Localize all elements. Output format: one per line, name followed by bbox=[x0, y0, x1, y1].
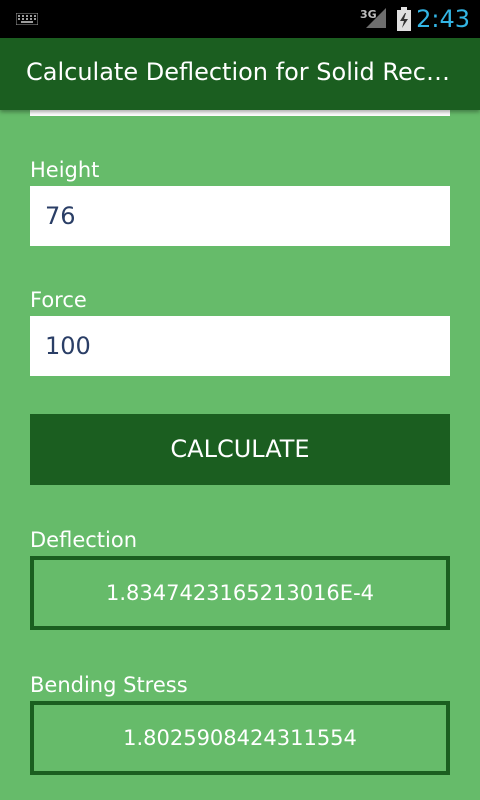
status-clock: 2:43 bbox=[416, 5, 470, 33]
keyboard-icon bbox=[16, 13, 38, 25]
height-field[interactable]: 76 bbox=[30, 186, 450, 246]
screen: 3G 2:43 Calculate Deflection for Solid R… bbox=[0, 0, 480, 800]
status-bar: 3G 2:43 bbox=[0, 0, 480, 38]
bending-stress-label: Bending Stress bbox=[30, 673, 188, 697]
form-content[interactable]: Height 76 Force 100 CALCULATE Deflection… bbox=[0, 110, 480, 800]
network-type-label: 3G bbox=[360, 8, 377, 21]
page-title: Calculate Deflection for Solid Rect… bbox=[26, 58, 456, 86]
calculate-button[interactable]: CALCULATE bbox=[30, 414, 450, 485]
app-bar: Calculate Deflection for Solid Rect… bbox=[0, 38, 480, 110]
width-field[interactable] bbox=[30, 110, 450, 116]
force-field[interactable]: 100 bbox=[30, 316, 450, 376]
battery-charging-icon bbox=[397, 7, 411, 31]
bending-stress-result: 1.8025908424311554 bbox=[30, 701, 450, 775]
force-label: Force bbox=[30, 288, 87, 312]
deflection-label: Deflection bbox=[30, 528, 138, 552]
deflection-result: 1.8347423165213016E-4 bbox=[30, 556, 450, 630]
height-label: Height bbox=[30, 158, 100, 182]
